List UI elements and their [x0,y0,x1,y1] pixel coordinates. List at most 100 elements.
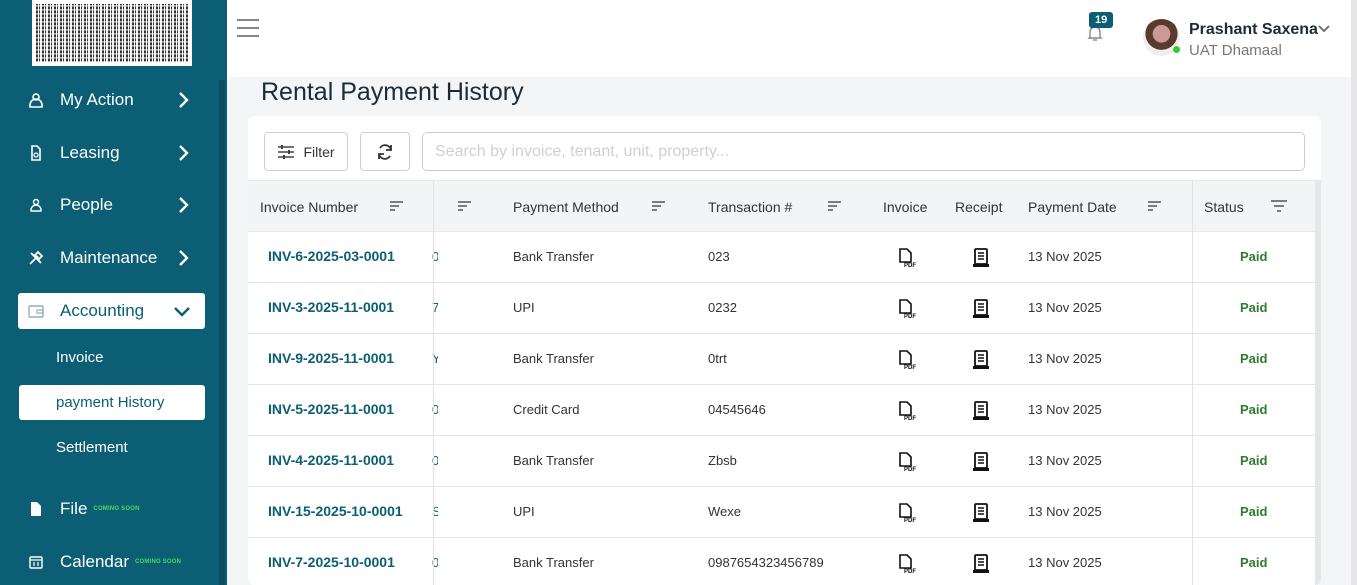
pdf-icon[interactable]: PDF [898,554,916,579]
table-row[interactable]: INV-3-2025-11-0001 7 UPI 0232 PDF 13 Nov… [248,283,1321,334]
column-divider [433,180,434,585]
avatar[interactable] [1143,19,1181,56]
invoice-number-link[interactable]: INV-5-2025-11-0001 [268,401,394,417]
person-icon [26,198,46,212]
coming-soon-badge: COMING SOON [93,506,140,512]
invoice-number-link[interactable]: INV-3-2025-11-0001 [268,299,394,315]
search-input[interactable] [422,132,1305,171]
sidebar-item-file[interactable]: File COMING SOON [18,490,205,528]
receipt-icon[interactable] [972,503,990,528]
column-header-invoice-number[interactable]: Invoice Number [260,199,358,215]
transaction-cell: 0987654323456789 [708,555,824,570]
document-icon [26,145,46,161]
refresh-icon [378,143,392,160]
sidebar-item-my-action[interactable]: My Action [18,81,205,119]
user-organization: UAT Dhamaal [1189,42,1282,59]
table-row[interactable]: INV-4-2025-11-0001 0 Bank Transfer Zbsb … [248,436,1321,487]
svg-text:PDF: PDF [904,314,916,319]
top-header: 19 Prashant Saxena UAT Dhamaal [227,0,1357,77]
receipt-icon[interactable] [972,554,990,579]
sort-icon[interactable] [390,201,404,211]
column-header-invoice: Invoice [883,199,928,215]
column-divider [1192,180,1193,585]
wallet-icon [26,304,46,318]
menu-icon[interactable] [237,19,259,37]
transaction-cell: 023 [708,249,730,264]
payment-date-cell: 13 Nov 2025 [1028,555,1102,570]
sort-icon[interactable] [1148,201,1162,211]
column-header-payment-date[interactable]: Payment Date [1028,199,1117,215]
calendar-icon [26,555,46,569]
receipt-icon[interactable] [972,452,990,477]
receipt-icon[interactable] [972,350,990,375]
payment-method-cell: Bank Transfer [513,351,594,366]
sidebar-item-accounting[interactable]: Accounting [18,293,205,329]
svg-text:PDF: PDF [904,467,916,472]
pdf-icon[interactable]: PDF [898,299,916,324]
status-badge: Paid [1240,249,1268,264]
column-header-status: Status [1204,199,1244,215]
table-header: Invoice Number Payment Method Transactio… [248,180,1321,232]
table-row[interactable]: INV-9-2025-11-0001 Y Bank Transfer 0trt … [248,334,1321,385]
sidebar-item-calendar[interactable]: Calendar COMING SOON [18,543,205,581]
receipt-icon[interactable] [972,401,990,426]
pdf-icon[interactable]: PDF [898,248,916,273]
payment-history-card: Filter Invoice Number Payment Method Tra… [248,116,1321,585]
sidebar-subitem-invoice[interactable]: Invoice [19,340,205,375]
sidebar-item-leasing[interactable]: Leasing [18,134,205,172]
receipt-icon[interactable] [972,299,990,324]
page-title: Rental Payment History [261,78,524,106]
payment-date-cell: 13 Nov 2025 [1028,504,1102,519]
payment-method-cell: Bank Transfer [513,555,594,570]
table-row[interactable]: INV-6-2025-03-0001 0 Bank Transfer 023 P… [248,232,1321,283]
page-scrollbar[interactable] [1351,0,1357,585]
filter-sliders-icon [278,144,295,159]
table-row[interactable]: INV-15-2025-10-0001 S UPI Wexe PDF 13 No… [248,487,1321,538]
sidebar-item-people[interactable]: People [18,186,205,224]
payment-date-cell: 13 Nov 2025 [1028,402,1102,417]
sort-icon[interactable] [828,201,842,211]
invoice-number-link[interactable]: INV-6-2025-03-0001 [268,248,395,264]
sidebar-item-maintenance[interactable]: Maintenance [18,239,205,277]
sidebar-subitem-payment-history[interactable]: payment History [19,385,205,420]
table-row[interactable]: INV-7-2025-10-0001 0 Bank Transfer 09876… [248,538,1321,585]
chevron-right-icon [179,197,189,213]
sort-icon[interactable] [458,201,472,211]
chevron-right-icon [179,250,189,266]
transaction-cell: 0trt [708,351,727,366]
filter-lines-icon[interactable] [1271,200,1287,212]
receipt-icon[interactable] [972,248,990,273]
sidebar-item-label: Calendar [60,552,129,571]
coming-soon-badge: COMING SOON [135,559,182,565]
chevron-down-icon[interactable] [1317,24,1331,34]
user-name[interactable]: Prashant Saxena [1189,21,1318,39]
sort-icon[interactable] [652,201,666,211]
column-header-receipt: Receipt [955,199,1003,215]
chevron-right-icon [179,145,189,161]
invoice-number-link[interactable]: INV-7-2025-10-0001 [268,554,395,570]
pdf-icon[interactable]: PDF [898,401,916,426]
table-scrollbar[interactable] [1315,180,1321,585]
invoice-number-link[interactable]: INV-15-2025-10-0001 [268,503,403,519]
sidebar-item-label: Accounting [60,301,145,320]
payment-method-cell: UPI [513,300,535,315]
pdf-icon[interactable]: PDF [898,350,916,375]
sidebar-scrollbar[interactable] [219,80,225,585]
payment-method-cell: Bank Transfer [513,453,594,468]
column-header-transaction[interactable]: Transaction # [708,199,792,215]
svg-text:PDF: PDF [904,263,916,268]
invoice-number-link[interactable]: INV-4-2025-11-0001 [268,452,394,468]
svg-text:PDF: PDF [904,569,916,574]
pdf-icon[interactable]: PDF [898,503,916,528]
payment-date-cell: 13 Nov 2025 [1028,300,1102,315]
sidebar-item-label: My Action [60,90,134,109]
sidebar-subitem-settlement[interactable]: Settlement [19,430,205,465]
column-header-payment-method[interactable]: Payment Method [513,199,619,215]
notification-count-badge: 19 [1089,12,1114,28]
filter-button[interactable]: Filter [264,132,348,171]
invoice-number-link[interactable]: INV-9-2025-11-0001 [268,350,394,366]
refresh-button[interactable] [360,132,410,171]
pdf-icon[interactable]: PDF [898,452,916,477]
sidebar-item-label: Maintenance [60,248,158,267]
table-row[interactable]: INV-5-2025-11-0001 0 Credit Card 0454564… [248,385,1321,436]
